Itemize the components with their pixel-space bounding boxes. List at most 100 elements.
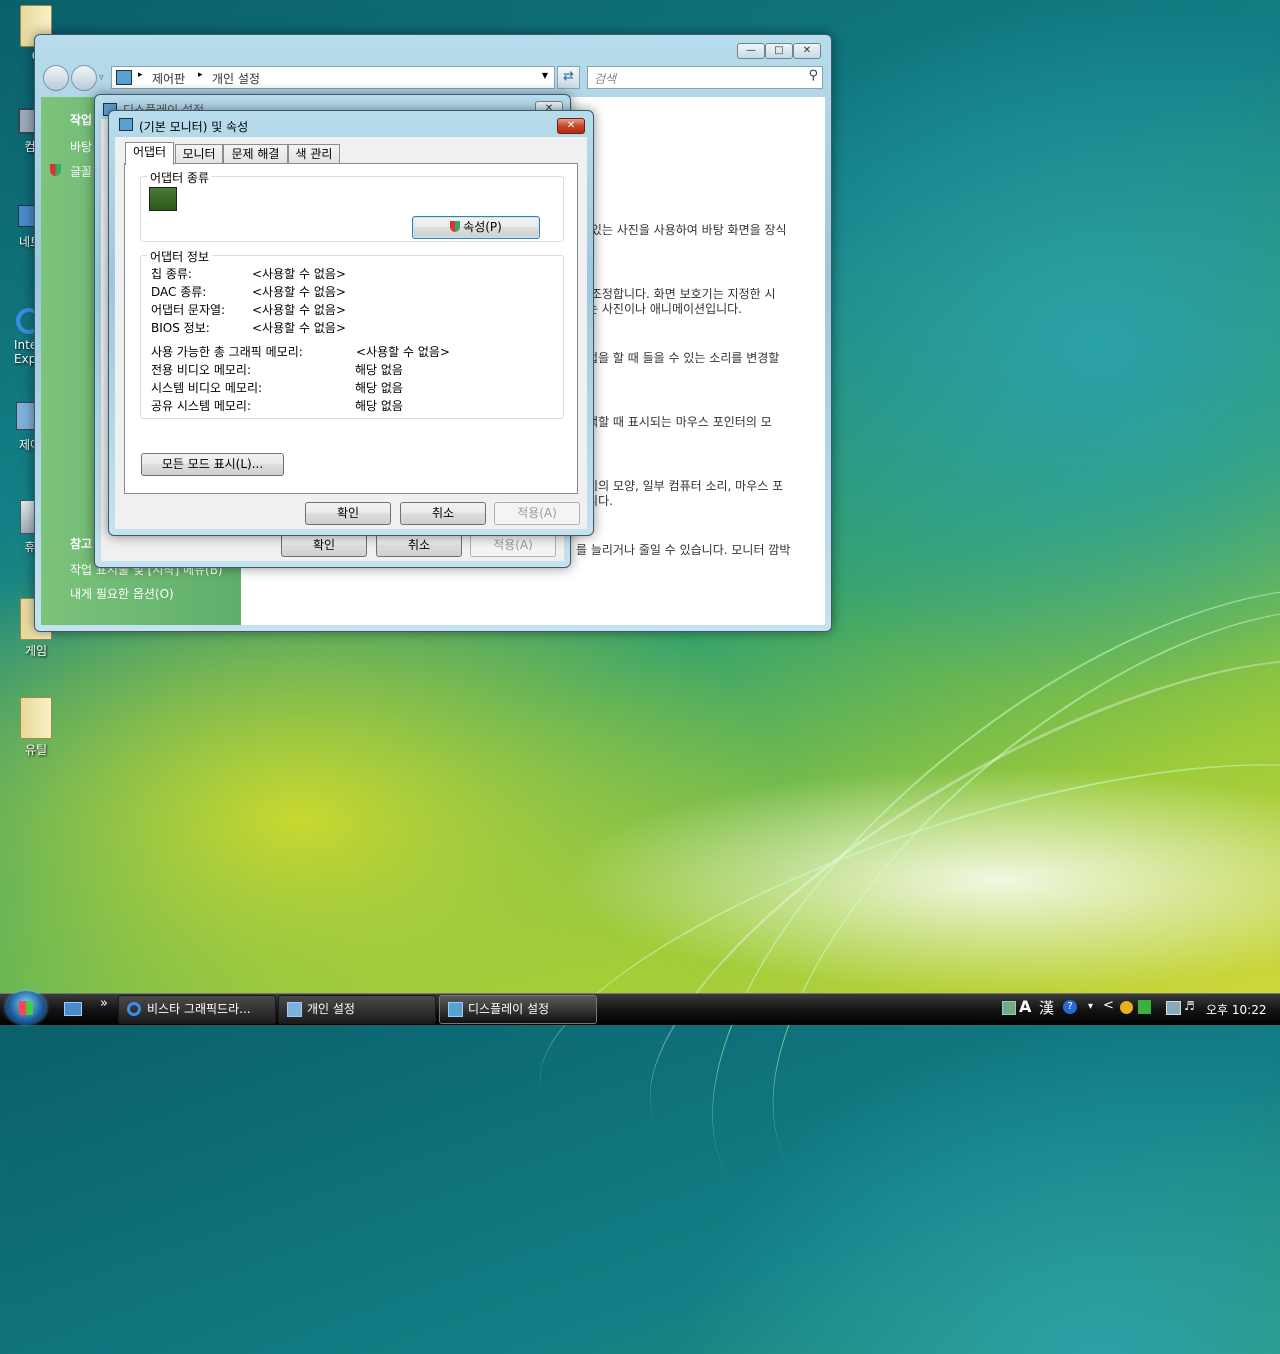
see-also-title: 참고 bbox=[70, 537, 93, 551]
breadcrumb-personalization[interactable]: 개인 설정 bbox=[212, 70, 260, 87]
info-value: <사용할 수 없음> bbox=[252, 267, 346, 281]
tab-color-management[interactable]: 색 관리 bbox=[288, 144, 340, 164]
close-button[interactable]: ✕ bbox=[793, 43, 821, 59]
clock[interactable]: 오후 10:22 bbox=[1206, 1001, 1266, 1018]
memory-label: 사용 가능한 총 그래픽 메모리: bbox=[151, 345, 303, 359]
desktop-icon-label: 유틸 bbox=[24, 743, 48, 757]
tab-troubleshoot[interactable]: 문제 해결 bbox=[223, 144, 288, 164]
tray-app-icon[interactable] bbox=[1138, 1000, 1151, 1014]
close-icon: ✕ bbox=[566, 120, 576, 131]
search-placeholder: 검색 bbox=[594, 72, 617, 86]
tab-strip: 어댑터 모니터 문제 해결 색 관리 bbox=[125, 142, 425, 165]
adapter-type-group: 어댑터 종류 속성(P) bbox=[140, 169, 564, 242]
monitor-properties-dialog: (기본 모니터) 및 속성 ✕ 어댑터 모니터 문제 해결 색 관리 어댑터 종… bbox=[108, 110, 594, 536]
dialog-body: 어댑터 모니터 문제 해결 색 관리 어댑터 종류 속성(P) 어댑터 정보 칩… bbox=[115, 137, 587, 529]
memory-value: 해당 없음 bbox=[355, 381, 403, 395]
taskbar-button-label: 개인 설정 bbox=[307, 1002, 355, 1016]
desktop-icon-utilities[interactable]: 유틸 bbox=[6, 697, 66, 758]
options-icon[interactable]: ▾ bbox=[1088, 1001, 1093, 1012]
shield-icon bbox=[50, 164, 61, 176]
language-bar-icon[interactable] bbox=[1002, 1001, 1016, 1015]
properties-button[interactable]: 속성(P) bbox=[412, 216, 540, 239]
volume-icon[interactable]: ♬ bbox=[1184, 999, 1195, 1013]
group-title: 어댑터 정보 bbox=[147, 248, 213, 265]
start-button[interactable] bbox=[6, 991, 46, 1024]
taskbar-button-label: 비스타 그래픽드라... bbox=[147, 1002, 251, 1016]
internet-explorer-icon bbox=[127, 1002, 141, 1016]
minimize-button[interactable]: — bbox=[737, 43, 765, 59]
list-all-modes-button[interactable]: 모든 모드 표시(L)... bbox=[141, 453, 284, 476]
memory-label: 시스템 비디오 메모리: bbox=[151, 381, 263, 395]
control-panel-icon bbox=[287, 1002, 302, 1017]
display-settings-icon bbox=[119, 118, 133, 131]
content-text: 를 늘리거나 줄일 수 있습니다. 모니터 깜박 bbox=[576, 543, 791, 557]
tab-monitor[interactable]: 모니터 bbox=[175, 144, 223, 164]
content-text: 나는 사진이나 애니메이션입니다. bbox=[576, 302, 743, 316]
apply-button[interactable]: 적용(A) bbox=[494, 502, 580, 525]
task-link[interactable]: 글꼴 bbox=[70, 163, 92, 180]
search-icon[interactable]: ⚲ bbox=[808, 68, 818, 83]
cancel-button[interactable]: 취소 bbox=[400, 502, 486, 525]
taskbar-button-label: 디스플레이 설정 bbox=[468, 1002, 550, 1016]
cancel-button[interactable]: 취소 bbox=[376, 534, 462, 557]
maximize-button[interactable]: □ bbox=[765, 43, 793, 59]
chevron-down-icon[interactable]: ▿ bbox=[99, 73, 104, 83]
adapter-info-group: 어댑터 정보 칩 종류: <사용할 수 없음> DAC 종류: <사용할 수 없… bbox=[140, 248, 564, 419]
tasks-title: 작업 bbox=[70, 113, 93, 127]
memory-label: 전용 비디오 메모리: bbox=[151, 363, 251, 377]
help-icon[interactable]: ? bbox=[1063, 1000, 1077, 1014]
info-label: BIOS 정보: bbox=[151, 321, 210, 335]
info-value: <사용할 수 없음> bbox=[252, 285, 346, 299]
memory-value: <사용할 수 없음> bbox=[356, 345, 450, 359]
control-panel-icon bbox=[116, 70, 132, 85]
shield-icon bbox=[450, 221, 461, 232]
task-link[interactable]: 바탕 bbox=[70, 138, 92, 155]
breadcrumb-arrow-icon: ▸ bbox=[138, 70, 143, 80]
back-button[interactable] bbox=[43, 65, 69, 91]
tray-app-icon[interactable] bbox=[1120, 1001, 1133, 1014]
info-label: 어댑터 문자열: bbox=[151, 303, 226, 317]
info-value: <사용할 수 없음> bbox=[252, 321, 346, 335]
close-button[interactable]: ✕ bbox=[557, 118, 585, 134]
ime-hanja-icon[interactable]: 漢 bbox=[1039, 997, 1054, 1018]
ime-alpha-icon[interactable]: A bbox=[1019, 997, 1031, 1016]
address-bar[interactable]: ▸ 제어판 ▸ 개인 설정 ▼ bbox=[111, 66, 555, 89]
forward-button[interactable] bbox=[71, 65, 97, 91]
tab-adapter[interactable]: 어댑터 bbox=[125, 142, 174, 165]
dialog-title: (기본 모니터) 및 속성 bbox=[139, 120, 249, 134]
memory-label: 공유 시스템 메모리: bbox=[151, 399, 251, 413]
network-icon[interactable] bbox=[1166, 1001, 1181, 1015]
see-also-link[interactable]: 내게 필요한 옵션(O) bbox=[70, 585, 174, 602]
search-box[interactable]: 검색 ⚲ bbox=[587, 66, 823, 89]
memory-value: 해당 없음 bbox=[355, 399, 403, 413]
taskbar-button-display-settings[interactable]: 디스플레이 설정 bbox=[439, 995, 597, 1024]
ok-button[interactable]: 확인 bbox=[305, 502, 391, 525]
refresh-button[interactable]: ⇄ bbox=[557, 66, 580, 89]
info-value: <사용할 수 없음> bbox=[252, 303, 346, 317]
show-hidden-icons-chevron[interactable]: < bbox=[1103, 998, 1114, 1013]
display-settings-icon bbox=[448, 1002, 463, 1017]
group-title: 어댑터 종류 bbox=[147, 169, 213, 186]
content-text: 고 있는 사진을 사용하여 바탕 화면을 장식 bbox=[576, 223, 787, 237]
tab-panel: 어댑터 종류 속성(P) 어댑터 정보 칩 종류: <사용할 수 없음> DAC… bbox=[124, 163, 578, 494]
properties-label: 속성(P) bbox=[463, 220, 502, 234]
chevron-down-icon[interactable]: ▼ bbox=[542, 71, 548, 80]
adapter-card-icon bbox=[149, 187, 177, 211]
desktop-icon-label: 게임 bbox=[24, 644, 48, 658]
taskbar-button-personalization[interactable]: 개인 설정 bbox=[278, 995, 436, 1024]
memory-value: 해당 없음 bbox=[355, 363, 403, 377]
breadcrumb-arrow-icon: ▸ bbox=[198, 70, 203, 80]
info-label: DAC 종류: bbox=[151, 285, 207, 299]
show-desktop-button[interactable] bbox=[64, 1002, 82, 1016]
refresh-icon: ⇄ bbox=[563, 69, 574, 84]
folder-icon bbox=[20, 697, 52, 739]
breadcrumb-control-panel[interactable]: 제어판 bbox=[152, 70, 185, 87]
content-text: 작업을 할 때 들을 수 있는 소리를 변경할 bbox=[576, 351, 780, 365]
apply-button[interactable]: 적용(A) bbox=[470, 534, 556, 557]
ok-button[interactable]: 확인 bbox=[281, 534, 367, 557]
windows-logo-icon bbox=[19, 1001, 33, 1015]
info-label: 칩 종류: bbox=[151, 267, 192, 281]
content-text: 선택할 때 표시되는 마우스 포인터의 모 bbox=[576, 415, 772, 429]
quick-launch-more[interactable]: » bbox=[100, 996, 108, 1011]
taskbar-button-ie[interactable]: 비스타 그래픽드라... bbox=[118, 995, 276, 1024]
